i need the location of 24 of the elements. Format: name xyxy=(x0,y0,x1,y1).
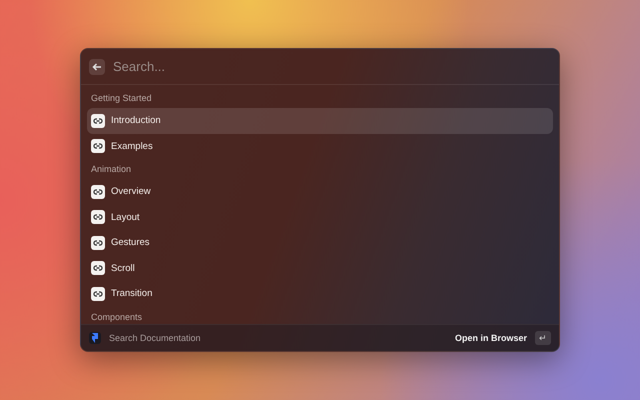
section-heading: Components xyxy=(90,310,144,324)
enter-key: ↵ xyxy=(535,331,551,345)
app-logo-icon xyxy=(89,332,101,344)
list-item[interactable]: Overview xyxy=(87,179,553,204)
link-icon xyxy=(91,286,105,301)
back-arrow-icon xyxy=(92,62,102,72)
section-heading: Getting Started xyxy=(90,92,153,105)
link-icon xyxy=(91,184,105,199)
open-in-browser-button[interactable]: Open in Browser xyxy=(454,333,527,343)
search-field[interactable]: Search... xyxy=(111,58,551,75)
list-item[interactable]: Examples xyxy=(87,134,553,159)
back-button[interactable] xyxy=(89,58,105,74)
link-icon xyxy=(91,210,105,224)
list-item[interactable]: Layout xyxy=(87,204,553,230)
list-item[interactable]: Scroll xyxy=(87,256,553,281)
link-icon xyxy=(91,139,105,154)
list-item[interactable]: Transition xyxy=(87,281,553,306)
list-item[interactable]: Introduction xyxy=(87,108,553,134)
footer-title: Search Documentation xyxy=(109,333,202,343)
list-item[interactable]: Gestures xyxy=(87,230,553,256)
link-icon xyxy=(91,261,105,276)
link-icon xyxy=(91,114,105,128)
section-heading: Animation xyxy=(90,163,132,176)
link-icon xyxy=(91,236,105,250)
